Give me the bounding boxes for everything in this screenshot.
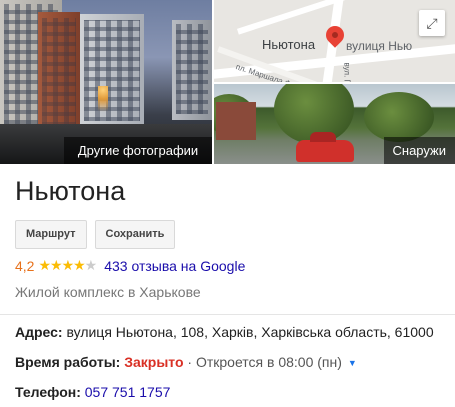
building-image-part bbox=[172, 20, 212, 120]
map-street-label: вулиця Нью bbox=[346, 39, 413, 53]
chevron-down-icon[interactable]: ▼ bbox=[348, 358, 357, 368]
street-view-caption[interactable]: Снаружи bbox=[383, 137, 455, 164]
phone-link[interactable]: 057 751 1757 bbox=[85, 384, 171, 400]
reviews-link[interactable]: 433 отзыва на Google bbox=[104, 258, 245, 274]
action-buttons: Маршрут Сохранить bbox=[15, 220, 176, 249]
street-view-photo[interactable]: Снаружи bbox=[214, 84, 455, 164]
map-thumbnail[interactable]: Ньютона вулиця Нью пл. Маршала Федоренка… bbox=[214, 0, 455, 82]
save-button[interactable]: Сохранить bbox=[94, 220, 176, 249]
street-lamp bbox=[98, 86, 108, 126]
address-label: Адрес: bbox=[15, 324, 63, 340]
phone-row: Телефон: 057 751 1757 bbox=[15, 384, 170, 400]
expand-icon[interactable]: ⤢ bbox=[419, 10, 445, 36]
building-image-part bbox=[38, 12, 80, 132]
divider bbox=[0, 314, 455, 315]
phone-label: Телефон: bbox=[15, 384, 81, 400]
map-vertical-label: вул. Га bbox=[342, 62, 352, 83]
rating-row: 4,2 ★★★★★ 433 отзыва на Google bbox=[15, 257, 245, 274]
car bbox=[296, 132, 354, 162]
route-button[interactable]: Маршрут bbox=[15, 220, 87, 249]
place-category: Жилой комплекс в Харькове bbox=[15, 284, 201, 300]
house bbox=[216, 102, 256, 140]
address-value: вулиця Ньютона, 108, Харків, Харківська … bbox=[66, 324, 434, 340]
map-pin-icon bbox=[322, 22, 348, 48]
main-photo[interactable]: Другие фотографии bbox=[0, 0, 212, 164]
rating-value: 4,2 bbox=[15, 257, 35, 274]
hours-label: Время работы: bbox=[15, 354, 121, 370]
photo-gallery: Другие фотографии Ньютона вулиця Нью пл.… bbox=[0, 0, 455, 164]
building-image-part bbox=[80, 14, 144, 129]
hours-row: Время работы: Закрыто · Откроется в 08:0… bbox=[15, 354, 357, 370]
map-place-label: Ньютона bbox=[262, 37, 316, 52]
hours-status: Закрыто bbox=[124, 354, 184, 370]
map-road bbox=[236, 0, 392, 35]
hours-next-open[interactable]: · Откроется в 08:00 (пн) bbox=[187, 354, 342, 370]
tree bbox=[364, 92, 434, 142]
rating-stars-icon: ★★★★★ bbox=[38, 257, 97, 273]
more-photos-caption[interactable]: Другие фотографии bbox=[64, 137, 212, 164]
address-row: Адрес: вулиця Ньютона, 108, Харків, Харк… bbox=[15, 324, 434, 340]
place-title: Ньютона bbox=[15, 176, 126, 206]
